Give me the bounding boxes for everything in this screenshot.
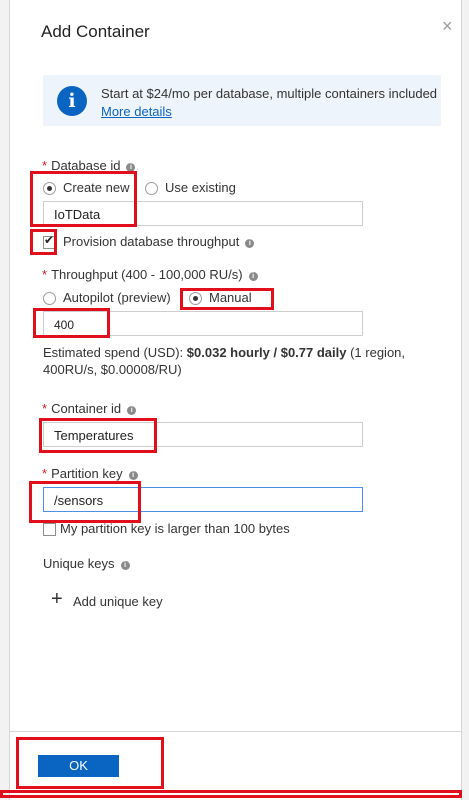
info-text: Start at $24/mo per database, multiple c… (101, 86, 438, 101)
radio-create-new[interactable] (43, 182, 56, 195)
database-id-label-text: Database id (51, 158, 121, 173)
throughput-input[interactable]: 400 (43, 311, 363, 336)
database-id-value: IoTData (54, 207, 101, 222)
spend-amount: $0.032 hourly / $0.77 daily (186, 345, 347, 360)
radio-manual[interactable] (189, 292, 202, 305)
use-existing-label[interactable]: Use existing (165, 180, 236, 195)
check-icon: ✔ (44, 233, 55, 247)
radio-use-existing[interactable] (145, 182, 158, 195)
throughput-label-text: Throughput (400 - 100,000 RU/s) (51, 267, 243, 282)
container-id-label-text: Container id (51, 401, 122, 416)
container-id-value: Temperatures (54, 428, 134, 443)
provision-throughput-checkbox[interactable]: ✔ (43, 233, 56, 249)
database-id-input[interactable]: IoTData (43, 201, 363, 226)
required-mark: * (42, 267, 48, 282)
more-details-link[interactable]: More details (101, 104, 172, 119)
create-new-label[interactable]: Create new (63, 180, 129, 195)
throughput-value: 400 (54, 318, 75, 332)
autopilot-label[interactable]: Autopilot (preview) (63, 290, 171, 305)
add-unique-key-button[interactable]: Add unique key (73, 594, 163, 609)
ok-button[interactable]: OK (38, 755, 119, 777)
required-mark: * (42, 158, 48, 173)
provision-throughput-label: Provision database throughput i (63, 234, 255, 249)
info-tooltip-icon[interactable]: i (127, 406, 137, 415)
container-id-input[interactable]: Temperatures (43, 422, 363, 447)
radio-autopilot[interactable] (43, 292, 56, 305)
required-mark: * (42, 401, 48, 416)
database-id-label: * Database id i (42, 158, 136, 173)
container-id-label: * Container id i (42, 401, 137, 416)
unique-keys-label: Unique keys i (43, 556, 130, 571)
panel-title: Add Container (41, 22, 150, 41)
spend-prefix: Estimated spend (USD): (43, 345, 187, 360)
info-tooltip-icon[interactable]: i (120, 561, 130, 570)
partition-key-input[interactable]: /sensors (43, 487, 363, 512)
plus-icon[interactable]: + (51, 589, 63, 609)
spend-line2: 400RU/s, $0.00008/RU) (43, 362, 182, 377)
info-icon: i (57, 86, 87, 116)
large-partition-key-checkbox[interactable] (43, 523, 56, 536)
info-tooltip-icon[interactable]: i (128, 471, 138, 480)
info-banner: i Start at $24/mo per database, multiple… (43, 75, 441, 126)
unique-keys-label-text: Unique keys (43, 556, 115, 571)
large-partition-key-label: My partition key is larger than 100 byte… (60, 521, 290, 536)
provision-throughput-text: Provision database throughput (63, 234, 240, 249)
spend-suffix: (1 region, (346, 345, 406, 360)
info-tooltip-icon[interactable]: i (245, 239, 255, 248)
required-mark: * (42, 466, 48, 481)
right-scroll-strip (461, 0, 469, 800)
throughput-label: * Throughput (400 - 100,000 RU/s) i (42, 267, 258, 282)
add-container-panel: Add Container × i Start at $24/mo per da… (10, 0, 461, 800)
estimated-spend: Estimated spend (USD): $0.032 hourly / $… (43, 344, 405, 378)
close-icon[interactable]: × (442, 16, 453, 37)
partition-key-label: * Partition key i (42, 466, 138, 481)
manual-label[interactable]: Manual (209, 290, 252, 305)
partition-key-value: /sensors (54, 493, 104, 508)
info-tooltip-icon[interactable]: i (126, 163, 136, 172)
partition-key-label-text: Partition key (51, 466, 123, 481)
info-tooltip-icon[interactable]: i (248, 272, 258, 281)
footer-divider (10, 731, 461, 732)
left-gutter (0, 0, 10, 800)
